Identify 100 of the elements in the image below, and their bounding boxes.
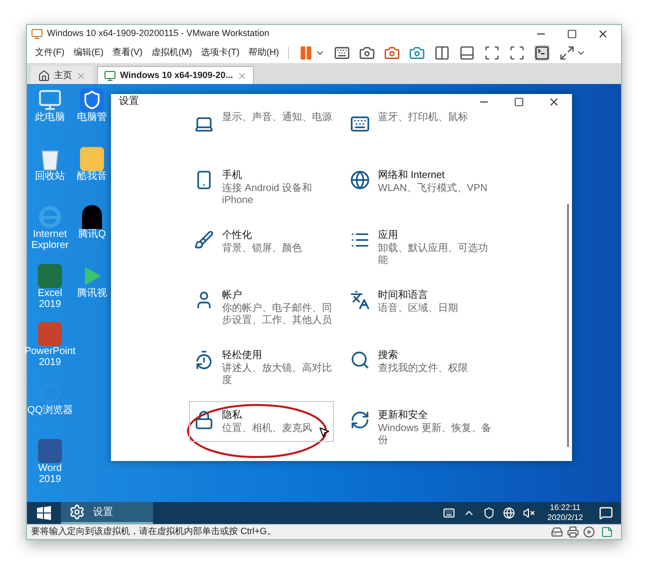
speaker-muted-icon[interactable]: [523, 507, 536, 519]
menu-item[interactable]: 选项卡(T): [201, 46, 240, 60]
desktop-icon-label[interactable]: 腾讯视: [77, 288, 107, 299]
camera-icon[interactable]: [359, 45, 375, 61]
settings-item[interactable]: 帐户 你的帐户、电子邮件、同步设置、工作、其他人员: [189, 281, 345, 334]
desktop-icon-label[interactable]: 回收站: [35, 170, 65, 182]
presentation-app-icon: [38, 322, 62, 346]
item-description: 讲述人、放大镜、高对比度: [222, 363, 333, 387]
maximize-icon[interactable]: [514, 96, 524, 106]
status-bar-text: 要将输入定向到该虚拟机，请在虚拟机内部单击或按 Ctrl+G。: [31, 525, 277, 538]
item-description: 连接 Android 设备和 iPhone: [222, 183, 314, 207]
desktop-icon-label[interactable]: Word 2019: [27, 463, 73, 486]
item-description: Windows 更新、恢复、备份: [378, 423, 492, 447]
note-icon[interactable]: [601, 526, 613, 538]
settings-item[interactable]: 轻松使用 讲述人、放大镜、高对比度: [189, 341, 345, 394]
item-description: 背景、锁屏、颜色: [222, 243, 302, 255]
settings-item[interactable]: 显示、声音、通知、电源: [189, 101, 345, 141]
disc-icon[interactable]: [583, 526, 595, 538]
unity-icon[interactable]: [509, 45, 525, 61]
settings-item[interactable]: 手机 连接 Android 设备和 iPhone: [189, 161, 345, 214]
sidebar-icon[interactable]: [434, 45, 450, 61]
settings-item[interactable]: 蓝牙、打印机、鼠标: [345, 101, 501, 141]
taskbar-app[interactable]: 设置: [61, 502, 153, 524]
desktop-icon-label[interactable]: 腾讯Q: [78, 229, 106, 240]
item-title: 时间和语言: [378, 288, 429, 302]
item-title: 轻松使用: [222, 348, 263, 362]
stretch-icon[interactable]: [559, 45, 575, 61]
search-icon: [350, 350, 370, 370]
settings-item[interactable]: 应用 卸载、默认应用、可选功能: [345, 221, 501, 274]
item-description: 蓝牙、打印机、鼠标: [378, 112, 468, 124]
vm-tab[interactable]: 主页: [31, 66, 93, 84]
menu-item[interactable]: 编辑(E): [74, 46, 104, 60]
settings-item[interactable]: 更新和安全 Windows 更新、恢复、备份: [345, 401, 501, 454]
mouse-cursor-icon: [318, 426, 330, 438]
settings-item[interactable]: 网络和 Internet WLAN、飞行模式、VPN: [345, 161, 501, 202]
item-title: 帐户: [222, 288, 242, 303]
desktop-icon-label[interactable]: Internet Explorer: [27, 229, 73, 252]
item-description: 卸载、默认应用、可选功能: [378, 243, 489, 267]
item-title: 应用: [378, 228, 399, 242]
item-title: 搜索: [378, 348, 399, 362]
item-description: 语音、区域、日期: [378, 303, 458, 315]
menu-item[interactable]: 帮助(H): [248, 46, 279, 60]
menu-item[interactable]: 虚拟机(M): [152, 46, 192, 60]
settings-icon: [69, 504, 85, 520]
settings-item[interactable]: 个性化 背景、锁屏、颜色: [189, 221, 345, 262]
maximize-icon[interactable]: [567, 29, 577, 39]
desktop-icon-label[interactable]: Excel 2019: [27, 288, 73, 310]
language-icon: [350, 290, 370, 310]
brush-icon: [194, 230, 214, 250]
computer-icon: [38, 88, 62, 112]
spreadsheet-app-icon: [38, 264, 62, 288]
window-title: Windows 10 x64-1909-20200115 - VMware Workstation: [47, 27, 270, 40]
item-description: WLAN、飞行模式、VPN: [378, 183, 488, 195]
panel-icon[interactable]: [459, 45, 475, 61]
notification-icon[interactable]: [599, 506, 613, 520]
settings-item[interactable]: 搜索 查找我的文件、权限: [345, 341, 501, 382]
timer-icon: [194, 350, 214, 370]
desktop-icon-label[interactable]: 电脑管: [77, 112, 107, 123]
console-icon[interactable]: [534, 45, 550, 61]
item-title: 隐私: [222, 409, 243, 422]
tab-label: Windows 10 x64-1909-20...: [120, 68, 233, 82]
desktop-icon-label[interactable]: 此电脑: [35, 112, 65, 123]
vm-icon: [104, 70, 116, 82]
item-title: 更新和安全: [378, 408, 429, 423]
item-description: 显示、声音、通知、电源: [222, 112, 332, 124]
close-icon[interactable]: [597, 28, 609, 40]
refresh-icon: [350, 410, 370, 430]
keyboard-icon: [350, 114, 370, 134]
menu-item[interactable]: 查看(V): [112, 46, 142, 60]
item-description: 位置、相机、麦克风: [222, 423, 312, 435]
item-description: 查找我的文件、权限: [378, 363, 468, 375]
item-title: 手机: [222, 168, 243, 182]
globe-icon[interactable]: [503, 507, 516, 519]
camera-icon[interactable]: [409, 45, 425, 61]
clock[interactable]: 16:22:11 2020/2/12: [547, 503, 583, 523]
browser-e-icon: [38, 205, 62, 230]
shield-icon: [80, 88, 104, 112]
shield-icon[interactable]: [483, 507, 496, 519]
item-description: 你的帐户、电子邮件、同步设置、工作、其他人员: [222, 303, 333, 327]
desktop-icon-label[interactable]: 酷我音: [77, 170, 107, 182]
printer-icon[interactable]: [567, 526, 579, 538]
lock-icon: [194, 410, 214, 430]
fullscreen-icon[interactable]: [484, 45, 500, 61]
close-icon[interactable]: [548, 96, 560, 108]
settings-item[interactable]: 隐私 位置、相机、麦克风: [189, 401, 334, 442]
tab-label: 主页: [54, 68, 72, 82]
item-title: 个性化: [222, 228, 253, 242]
music-app-icon: [80, 146, 104, 171]
desktop-icon-label[interactable]: QQ浏览器: [27, 404, 73, 416]
vm-tab[interactable]: Windows 10 x64-1909-20...: [97, 66, 254, 84]
window-title: 设置: [119, 94, 140, 109]
windows-logo-icon[interactable]: [37, 506, 51, 520]
camera-icon[interactable]: [384, 45, 400, 61]
menu-item[interactable]: 文件(F): [35, 46, 64, 60]
keyboard-icon[interactable]: [443, 507, 456, 519]
settings-item[interactable]: 时间和语言 语音、区域、日期: [345, 281, 501, 322]
item-title: 网络和 Internet: [378, 168, 446, 182]
keyboard-icon[interactable]: [334, 45, 350, 61]
globe-icon: [350, 170, 370, 190]
home-icon: [38, 70, 50, 82]
